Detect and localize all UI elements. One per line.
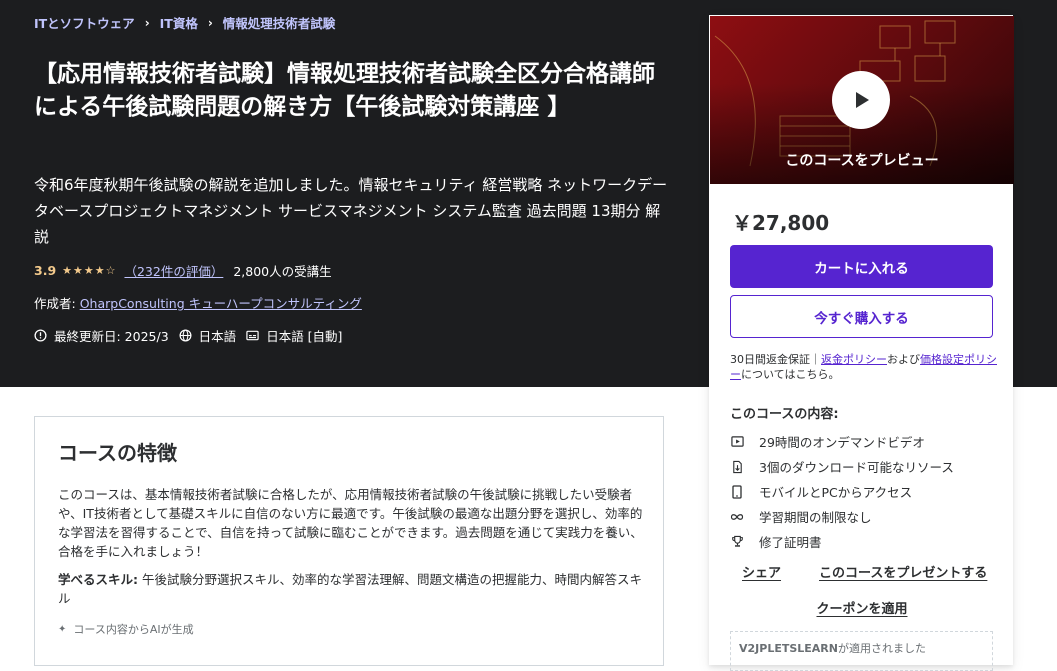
and-text: および (887, 353, 920, 366)
coupon-applied-text: が適用されました (837, 642, 926, 655)
course-features-card: コースの特徴 このコースは、基本情報技術者試験に合格したが、応用情報技術者試験の… (34, 416, 664, 666)
chevron-right-icon: › (144, 15, 150, 30)
course-subtitle: 令和6年度秋期午後試験の解説を追加しました。情報セキュリティ 経営戦略 ネットワ… (34, 176, 668, 246)
chevron-right-icon: › (207, 15, 213, 30)
author-row: 作成者: OharpConsulting キューハープコンサルティング (34, 293, 362, 312)
list-item: モバイルとPCからアクセス (730, 479, 954, 504)
gift-course-button[interactable]: このコースをプレゼントする (819, 562, 987, 581)
includes-lifetime-label: 学習期間の制限なし (759, 510, 872, 525)
course-price: ￥27,800 (732, 211, 830, 235)
breadcrumb: ITとソフトウェア › IT資格 › 情報処理技術者試験 (34, 13, 335, 32)
breadcrumb-item-it-software[interactable]: ITとソフトウェア (34, 13, 135, 32)
author-link[interactable]: OharpConsulting キューハープコンサルティング (80, 296, 362, 311)
student-count: 2,800人の受講生 (233, 264, 332, 279)
ai-generated-note: ✦ コース内容からAIが生成 (58, 621, 194, 637)
breadcrumb-item-it-certification[interactable]: IT資格 (160, 13, 198, 32)
breadcrumb-item-info-processing-exam[interactable]: 情報処理技術者試験 (223, 13, 336, 32)
list-item: 29時間のオンデマンドビデオ (730, 429, 954, 454)
play-icon[interactable] (832, 71, 890, 129)
includes-list: 29時間のオンデマンドビデオ 3個のダウンロード可能なリソース モバイルとPCか… (730, 429, 954, 554)
share-gift-row: シェア このコースをプレゼントする (742, 562, 987, 581)
closed-captions-icon (246, 330, 259, 341)
rating-value: 3.9 (34, 263, 57, 278)
includes-title: このコースの内容: (730, 407, 839, 422)
infinity-icon (730, 510, 744, 524)
list-item: 学習期間の制限なし (730, 504, 954, 529)
skills-text: 午後試験分野選択スキル、効率的な学習法理解、問題文構造の把握能力、時間内解答スキ… (58, 572, 642, 606)
share-button[interactable]: シェア (742, 562, 781, 581)
rating-count-link[interactable]: （232件の評価） (124, 261, 223, 280)
last-updated: 最終更新日: 2025/3 (34, 326, 169, 345)
alert-clock-icon (34, 329, 47, 342)
globe-icon (179, 329, 192, 342)
trophy-icon (730, 535, 744, 549)
list-item: 修了証明書 (730, 529, 954, 554)
mobile-icon (730, 484, 744, 499)
rating-row: 3.9 ★★★★☆ （232件の評価） 2,800人の受講生 (34, 261, 332, 280)
last-updated-text: 最終更新日: 2025/3 (54, 329, 169, 344)
features-heading: コースの特徴 (58, 441, 177, 465)
list-item: 3個のダウンロード可能なリソース (730, 454, 954, 479)
star-rating-icon: ★★★★☆ (62, 264, 117, 277)
includes-mobile-label: モバイルとPCからアクセス (759, 485, 913, 500)
coupon-code: V2JPLETSLEARN (739, 642, 838, 655)
includes-certificate-label: 修了証明書 (759, 535, 822, 550)
includes-download-label: 3個のダウンロード可能なリソース (759, 460, 954, 475)
captions: 日本語 [自動] (246, 326, 342, 345)
purchase-sidebar: このコースをプレビュー ￥27,800 カートに入れる 今すぐ購入する 30日間… (709, 15, 1014, 671)
download-icon (730, 460, 744, 474)
language: 日本語 (179, 326, 237, 345)
course-title: 【応用情報技術者試験】情報処理技術者試験全区分合格講師による午後試験問題の解き方… (34, 61, 655, 120)
captions-text: 日本語 [自動] (266, 329, 343, 344)
apply-coupon-button[interactable]: クーポンを適用 (710, 598, 1014, 617)
guarantee-text: 30日間返金保証｜ (730, 353, 821, 366)
includes-video-label: 29時間のオンデマンドビデオ (759, 435, 925, 450)
guarantee-suffix: についてはこちら。 (741, 368, 840, 381)
features-description: このコースは、基本情報技術者試験に合格したが、応用情報技術者試験の午後試験に挑戦… (58, 487, 643, 559)
features-skills: 学べるスキル: 午後試験分野選択スキル、効率的な学習法理解、問題文構造の把握能力… (58, 570, 643, 608)
sparkle-icon: ✦ (58, 623, 67, 635)
author-label: 作成者: (34, 296, 76, 311)
add-to-cart-button[interactable]: カートに入れる (730, 245, 993, 288)
video-icon (730, 435, 744, 449)
buy-now-button[interactable]: 今すぐ購入する (730, 295, 993, 338)
refund-policy-link[interactable]: 返金ポリシー (821, 353, 887, 366)
applied-coupon-box: V2JPLETSLEARNが適用されました (730, 631, 993, 671)
skills-label: 学べるスキル: (58, 572, 138, 587)
course-preview[interactable]: このコースをプレビュー (710, 16, 1014, 184)
preview-label: このコースをプレビュー (785, 153, 939, 169)
money-back-guarantee: 30日間返金保証｜返金ポリシーおよび価格設定ポリシーについてはこちら。 (730, 352, 1000, 382)
ai-note-text: コース内容からAIが生成 (73, 623, 194, 636)
language-text: 日本語 (198, 329, 237, 344)
course-meta: 最終更新日: 2025/3 日本語 日本語 [自動] (34, 326, 352, 345)
